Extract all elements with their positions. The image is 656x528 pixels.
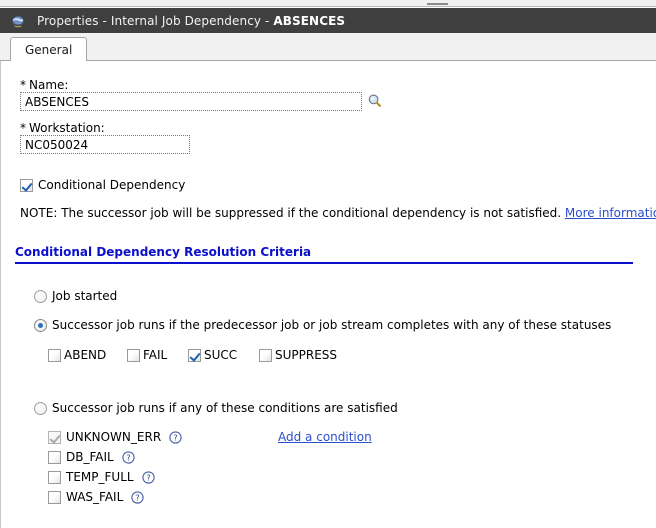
status-checkbox-suppress-control[interactable] <box>259 349 272 362</box>
status-checkbox-group: ABEND FAIL SUCC SUPPRESS <box>48 348 337 362</box>
magnifier-icon[interactable] <box>367 93 383 109</box>
window-titlebar: Properties - Internal Job Dependency - A… <box>0 8 656 33</box>
status-checkbox-fail[interactable]: FAIL <box>127 348 188 362</box>
help-icon[interactable]: ? <box>169 431 182 444</box>
condition-label-db-fail: DB_FAIL <box>66 450 114 464</box>
help-icon[interactable]: ? <box>131 491 144 504</box>
condition-checkbox-db-fail[interactable] <box>48 451 61 464</box>
tab-general-label: General <box>25 43 72 57</box>
status-checkbox-abend[interactable]: ABEND <box>48 348 127 362</box>
status-checkbox-abend-control[interactable] <box>48 349 61 362</box>
conditional-dependency-label: Conditional Dependency <box>38 178 185 192</box>
name-required-marker: * <box>20 78 26 92</box>
condition-row-was-fail[interactable]: WAS_FAIL ? <box>48 490 144 504</box>
radio-statuses-label: Successor job runs if the predecessor jo… <box>52 318 611 332</box>
add-condition-link-wrapper: Add a condition <box>278 430 372 444</box>
window-title-prefix: Properties - Internal Job Dependency - <box>37 14 273 28</box>
svg-text:?: ? <box>136 492 140 502</box>
status-checkbox-fail-label: FAIL <box>143 348 167 362</box>
radio-job-started-control[interactable] <box>34 290 47 303</box>
condition-row-db-fail[interactable]: DB_FAIL ? <box>48 450 135 464</box>
status-checkbox-suppress[interactable]: SUPPRESS <box>259 348 337 362</box>
status-checkbox-fail-control[interactable] <box>127 349 140 362</box>
workstation-input[interactable] <box>20 135 190 154</box>
more-information-link[interactable]: More information <box>565 206 656 220</box>
name-input[interactable] <box>20 92 362 111</box>
name-label-text: Name: <box>29 78 68 92</box>
workstation-label-text: Workstation: <box>29 121 105 135</box>
radio-conditions-control[interactable] <box>34 402 47 415</box>
general-tab-panel: *Name: *Workstation: Conditional Depende… <box>0 61 656 528</box>
help-icon[interactable]: ? <box>142 471 155 484</box>
svg-text:?: ? <box>126 452 130 462</box>
radio-conditions[interactable]: Successor job runs if any of these condi… <box>34 401 398 415</box>
status-checkbox-succ-control[interactable] <box>188 349 201 362</box>
conditional-dependency-checkbox[interactable] <box>20 179 33 192</box>
status-checkbox-suppress-label: SUPPRESS <box>275 348 337 362</box>
condition-row-unknown-err[interactable]: UNKNOWN_ERR ? <box>48 430 182 444</box>
radio-job-started[interactable]: Job started <box>34 289 117 303</box>
condition-label-temp-full: TEMP_FULL <box>66 470 134 484</box>
minimize-dash-icon[interactable] <box>427 3 448 5</box>
add-condition-link[interactable]: Add a condition <box>278 430 372 444</box>
condition-checkbox-unknown-err[interactable] <box>48 431 61 444</box>
globe-icon <box>10 13 26 29</box>
note-text: NOTE: The successor job will be suppress… <box>20 206 656 220</box>
svg-text:?: ? <box>146 472 150 482</box>
note-body: NOTE: The successor job will be suppress… <box>20 206 565 220</box>
window-top-strip <box>0 0 656 7</box>
condition-label-was-fail: WAS_FAIL <box>66 490 123 504</box>
section-header-rule <box>15 262 633 264</box>
tab-general[interactable]: General <box>10 37 87 61</box>
conditional-dependency-checkbox-row[interactable]: Conditional Dependency <box>20 178 185 192</box>
status-checkbox-succ-label: SUCC <box>204 348 237 362</box>
help-icon[interactable]: ? <box>122 451 135 464</box>
tab-strip: General <box>0 33 656 61</box>
condition-checkbox-temp-full[interactable] <box>48 471 61 484</box>
workstation-label: *Workstation: <box>20 121 105 135</box>
workstation-required-marker: * <box>20 121 26 135</box>
name-label: *Name: <box>20 78 68 92</box>
section-header-label: Conditional Dependency Resolution Criter… <box>15 245 311 259</box>
condition-checkbox-was-fail[interactable] <box>48 491 61 504</box>
condition-label-unknown-err: UNKNOWN_ERR <box>66 430 161 444</box>
svg-text:?: ? <box>173 432 177 442</box>
radio-statuses[interactable]: Successor job runs if the predecessor jo… <box>34 318 611 332</box>
condition-row-temp-full[interactable]: TEMP_FULL ? <box>48 470 155 484</box>
status-checkbox-succ[interactable]: SUCC <box>188 348 259 362</box>
status-checkbox-abend-label: ABEND <box>64 348 106 362</box>
radio-job-started-label: Job started <box>52 289 117 303</box>
radio-statuses-control[interactable] <box>34 319 47 332</box>
window-title: Properties - Internal Job Dependency - A… <box>37 14 345 28</box>
window-title-object: ABSENCES <box>273 14 345 28</box>
radio-conditions-label: Successor job runs if any of these condi… <box>52 401 398 415</box>
